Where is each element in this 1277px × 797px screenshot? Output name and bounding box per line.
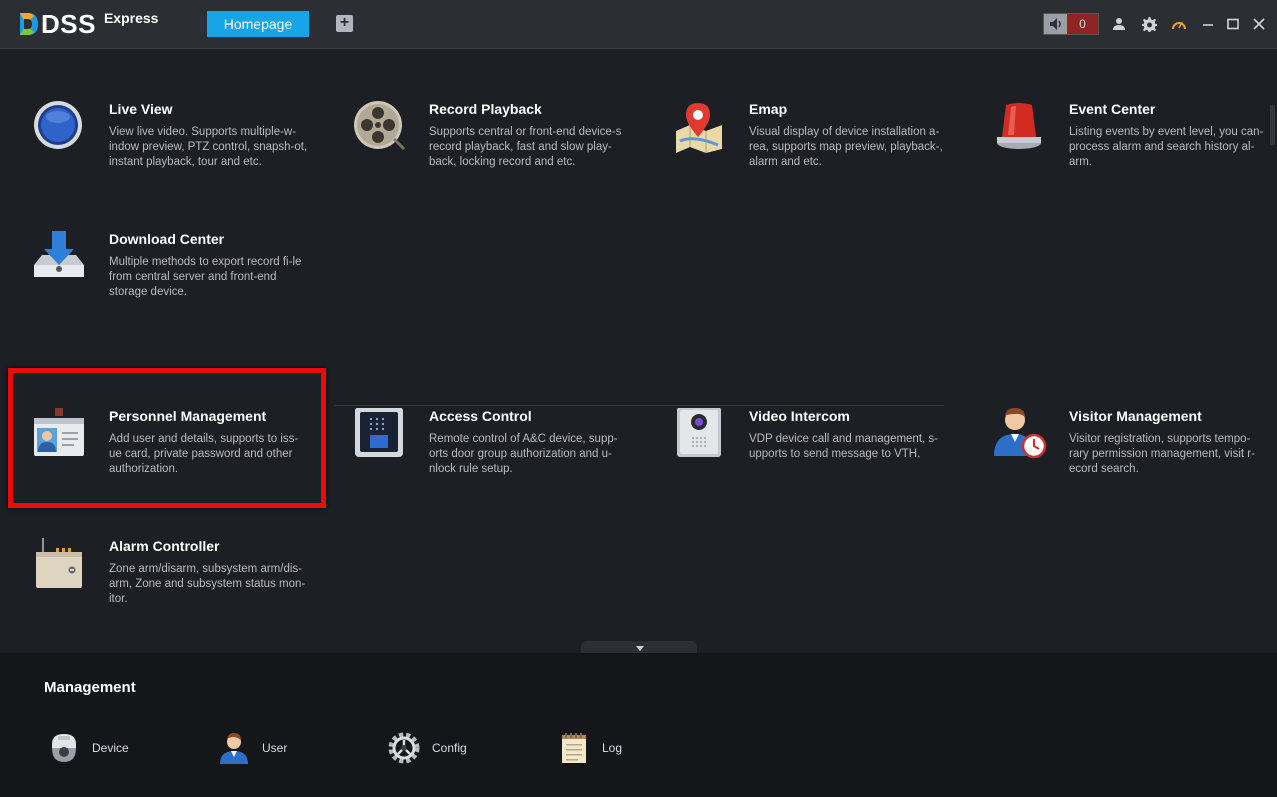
module-title: Record Playback	[429, 101, 542, 117]
visitor-icon	[994, 408, 1047, 459]
module-alarm-controller[interactable]: Alarm Controller Zone arm/disarm, subsys…	[34, 538, 334, 638]
module-live-view[interactable]: Live View View live video. Supports mult…	[34, 101, 334, 201]
alarm-light-icon	[997, 103, 1041, 149]
film-reel-icon	[354, 101, 406, 151]
intercom-icon	[677, 408, 721, 457]
app-edition: Express	[103, 10, 159, 26]
module-description: VDP device call and management, s-upport…	[749, 433, 938, 460]
app-name: DSS	[41, 8, 96, 39]
management-item-label: Device	[92, 741, 129, 755]
module-description: View live video. Supports multiple-w-ind…	[109, 126, 308, 168]
module-description: Zone arm/disarm, subsystem arm/dis-arm, …	[109, 563, 306, 605]
management-user[interactable]: User	[218, 731, 287, 765]
title-bar: DSS Express Homepage + 0	[0, 0, 1277, 49]
module-record-playback[interactable]: Record Playback Supports central or fron…	[354, 101, 654, 201]
management-log[interactable]: Log	[558, 731, 622, 765]
gauge-icon[interactable]	[1170, 14, 1188, 34]
maximize-icon[interactable]	[1224, 14, 1242, 34]
module-event-center[interactable]: Event Center Listing events by event lev…	[994, 101, 1277, 201]
module-description: Listing events by event level, you can- …	[1069, 126, 1264, 168]
selection-highlight	[8, 368, 326, 508]
module-download-center[interactable]: Download Center Multiple methods to expo…	[34, 231, 334, 331]
module-description: Visual display of device installation a-…	[749, 126, 943, 168]
speaker-icon[interactable]	[1044, 14, 1067, 34]
module-title: Alarm Controller	[109, 538, 220, 554]
alarm-count-badge: 0	[1067, 14, 1098, 34]
module-title: Emap	[749, 101, 788, 117]
user-icon[interactable]	[1110, 14, 1128, 34]
chevron-down-icon	[636, 646, 644, 651]
module-title: Event Center	[1069, 101, 1156, 117]
tab-homepage[interactable]: Homepage	[207, 11, 309, 37]
module-description: Supports central or front-end device-s r…	[429, 126, 622, 168]
module-description: Multiple methods to export record fi-le …	[109, 256, 302, 298]
live-view-icon	[34, 101, 82, 149]
app-logo: DSS Express	[18, 8, 158, 40]
alarm-controller-icon	[36, 538, 82, 588]
alarm-sound-widget[interactable]: 0	[1043, 13, 1099, 35]
module-title: Access Control	[429, 408, 532, 424]
management-device[interactable]: Device	[48, 731, 129, 765]
module-access-control[interactable]: Access Control Remote control of A&C dev…	[354, 408, 654, 508]
module-visitor-management[interactable]: Visitor Management Visitor registration,…	[994, 408, 1277, 508]
module-title: Visitor Management	[1069, 408, 1202, 424]
module-title: Live View	[109, 101, 173, 117]
module-description: Remote control of A&C device, supp-orts …	[429, 433, 618, 475]
module-emap[interactable]: Emap Visual display of device installati…	[674, 101, 974, 201]
add-tab-button[interactable]: +	[336, 15, 353, 32]
download-icon	[34, 231, 84, 277]
management-item-label: Log	[602, 741, 623, 755]
management-item-label: User	[262, 741, 288, 755]
access-control-icon	[355, 408, 403, 457]
management-config[interactable]: Config	[388, 731, 467, 765]
gear-icon[interactable]	[1140, 14, 1158, 34]
close-icon[interactable]	[1250, 14, 1268, 34]
management-item-label: Config	[432, 741, 467, 755]
user-icon	[220, 733, 248, 764]
module-title: Download Center	[109, 231, 225, 247]
dss-logo-icon	[20, 13, 38, 35]
management-panel: Management Device User Config Log	[0, 653, 1277, 797]
notepad-icon	[562, 733, 586, 763]
section-divider	[334, 405, 944, 406]
module-description: Visitor registration, supports tempo-rar…	[1069, 433, 1255, 475]
map-pin-icon	[676, 103, 722, 153]
gear-icon	[388, 732, 420, 764]
minimize-icon[interactable]	[1199, 14, 1217, 34]
management-title: Management	[44, 679, 136, 696]
module-video-intercom[interactable]: Video Intercom VDP device call and manag…	[674, 408, 974, 508]
module-title: Video Intercom	[749, 408, 850, 424]
device-camera-icon	[52, 734, 76, 762]
